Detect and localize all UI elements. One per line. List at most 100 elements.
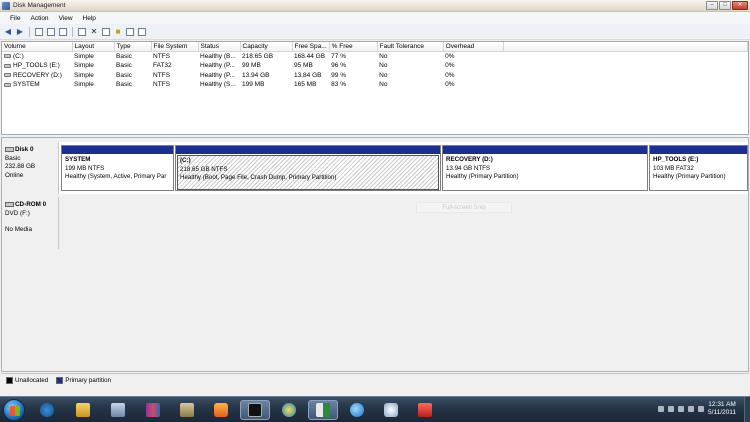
taskbar-internet-explorer[interactable] xyxy=(342,400,372,420)
delete-icon[interactable]: ✕ xyxy=(89,27,99,37)
taskbar-winrar[interactable] xyxy=(138,400,168,420)
fault-tolerance-cell: No xyxy=(379,81,388,89)
cdrom-0-row[interactable]: CD-ROM 0 DVD (F:) No Media xyxy=(2,197,748,249)
taskbar-command-prompt[interactable] xyxy=(240,400,270,420)
command-prompt-icon xyxy=(248,403,262,417)
taskbar-media-player[interactable] xyxy=(206,400,236,420)
battery-icon[interactable] xyxy=(688,406,695,412)
globe-icon xyxy=(282,403,296,417)
connect-icon[interactable] xyxy=(77,27,87,37)
capacity-cell: 99 MB xyxy=(242,62,261,70)
table-row[interactable]: RECOVERY (D:) Simple Basic NTFS Healthy … xyxy=(2,71,748,81)
partition-status: Healthy (Boot, Page File, Crash Dump, Pr… xyxy=(180,174,337,181)
menu-action[interactable]: Action xyxy=(25,15,53,22)
minimize-button[interactable]: – xyxy=(706,1,718,10)
partition-system[interactable]: SYSTEM 199 MB NTFS Healthy (System, Acti… xyxy=(61,145,174,191)
open-folder-icon[interactable]: ■ xyxy=(113,27,123,37)
disk-type: Basic xyxy=(5,154,21,162)
partition-size: 13.94 GB NTFS xyxy=(446,164,491,172)
window-title: Disk Management xyxy=(13,2,66,9)
percent-free-cell: 96 % xyxy=(331,62,346,70)
disk-graphical-view: Disk 0 Basic 232.88 GB Online SYSTEM 199… xyxy=(1,137,749,372)
partition-name: (C:) xyxy=(180,157,191,164)
column-header-file-system[interactable]: File System xyxy=(151,42,199,52)
partition-strip: SYSTEM 199 MB NTFS Healthy (System, Acti… xyxy=(60,145,748,191)
cdrom-type: DVD (F:) xyxy=(5,209,30,217)
tray-arrow-icon[interactable] xyxy=(658,406,665,412)
taskbar-app-12[interactable] xyxy=(410,400,440,420)
column-header-volume[interactable]: Volume xyxy=(2,42,73,52)
column-header-type[interactable]: Type xyxy=(114,42,152,52)
console-tree-icon[interactable] xyxy=(34,27,44,37)
menu-help[interactable]: Help xyxy=(78,15,101,22)
filler-cell xyxy=(503,61,747,71)
column-header-fault-tolerance[interactable]: Fault Tolerance xyxy=(377,42,444,52)
disk-0-row[interactable]: Disk 0 Basic 232.88 GB Online SYSTEM 199… xyxy=(2,142,748,194)
taskbar-app-5[interactable] xyxy=(172,400,202,420)
column-header-capacity[interactable]: Capacity xyxy=(240,42,293,52)
taskbar-app-11[interactable] xyxy=(376,400,406,420)
partition-c[interactable]: (C:) 218.65 GB NTFS Healthy (Boot, Page … xyxy=(175,145,441,191)
filler-cell xyxy=(503,80,747,90)
volume-icon xyxy=(4,82,11,87)
cdrom-0-label[interactable]: CD-ROM 0 DVD (F:) No Media xyxy=(2,197,59,249)
taskbar-app-8[interactable] xyxy=(274,400,304,420)
maximize-button[interactable]: □ xyxy=(719,1,731,10)
column-header-percent-free[interactable]: % Free xyxy=(329,42,378,52)
show-desktop-button[interactable] xyxy=(744,397,750,422)
legend-bar: Unallocated Primary partition xyxy=(1,373,749,387)
partition-size: 218.65 GB NTFS xyxy=(180,165,228,173)
volume-list: Volume Layout Type File System Status Ca… xyxy=(1,41,749,135)
free-space-cell: 95 MB xyxy=(294,62,313,70)
layout-cell: Simple xyxy=(74,81,94,89)
table-row[interactable]: (C:) Simple Basic NTFS Healthy (B... 218… xyxy=(2,52,748,62)
system-tray: 12:31 AM 5/11/2011 xyxy=(658,401,736,417)
camera-icon xyxy=(384,403,398,417)
overhead-cell: 0% xyxy=(445,81,455,89)
menu-view[interactable]: View xyxy=(54,15,78,22)
primary-partition-bar xyxy=(176,146,440,154)
disk-0-label[interactable]: Disk 0 Basic 232.88 GB Online xyxy=(2,142,59,194)
taskbar-calculator[interactable] xyxy=(103,400,133,420)
volume-icon[interactable] xyxy=(698,406,705,412)
menu-file[interactable]: File xyxy=(5,15,25,22)
search-icon[interactable] xyxy=(125,27,135,37)
table-row[interactable]: HP_TOOLS (E:) Simple Basic FAT32 Healthy… xyxy=(2,61,748,71)
column-header-overhead[interactable]: Overhead xyxy=(443,42,504,52)
status-cell: Healthy (P... xyxy=(200,62,235,70)
overhead-cell: 0% xyxy=(445,71,455,79)
help-icon[interactable] xyxy=(58,27,68,37)
file-system-cell: FAT32 xyxy=(153,62,172,70)
taskbar-hp-app[interactable] xyxy=(32,400,62,420)
filler-cell xyxy=(503,52,747,62)
table-row[interactable]: SYSTEM Simple Basic NTFS Healthy (S... 1… xyxy=(2,80,748,90)
format-icon[interactable] xyxy=(137,27,147,37)
check-icon[interactable] xyxy=(101,27,111,37)
back-arrow-icon[interactable]: ◀ xyxy=(3,27,13,37)
start-button[interactable] xyxy=(3,399,25,421)
internet-explorer-icon xyxy=(350,403,364,417)
close-button[interactable]: ✕ xyxy=(732,1,748,10)
fault-tolerance-cell: No xyxy=(379,71,388,79)
partition-status: Healthy (Primary Partition) xyxy=(653,173,726,180)
legend-label: Unallocated xyxy=(15,377,49,385)
taskbar-disk-management[interactable] xyxy=(308,400,338,420)
partition-hp-tools[interactable]: HP_TOOLS (E:) 103 MB FAT32 Healthy (Prim… xyxy=(649,145,748,191)
column-header-free-space[interactable]: Free Spa... xyxy=(292,42,330,52)
column-header-status[interactable]: Status xyxy=(198,42,241,52)
play-icon xyxy=(214,403,228,417)
capacity-cell: 13.94 GB xyxy=(242,71,270,79)
volume-cell: RECOVERY (D:) xyxy=(2,71,72,81)
taskbar-explorer[interactable] xyxy=(68,400,98,420)
properties-icon[interactable] xyxy=(46,27,56,37)
volume-icon xyxy=(4,63,11,68)
hp-logo-icon xyxy=(40,403,54,417)
partition-recovery[interactable]: RECOVERY (D:) 13.94 GB NTFS Healthy (Pri… xyxy=(442,145,648,191)
network-icon[interactable] xyxy=(668,406,675,412)
forward-arrow-icon[interactable]: ▶ xyxy=(15,27,25,37)
screenshot-tool-icon xyxy=(418,403,432,417)
legend-unallocated: Unallocated xyxy=(6,376,49,385)
column-header-layout[interactable]: Layout xyxy=(72,42,115,52)
flag-icon[interactable] xyxy=(678,406,685,412)
clock[interactable]: 12:31 AM 5/11/2011 xyxy=(708,401,736,417)
